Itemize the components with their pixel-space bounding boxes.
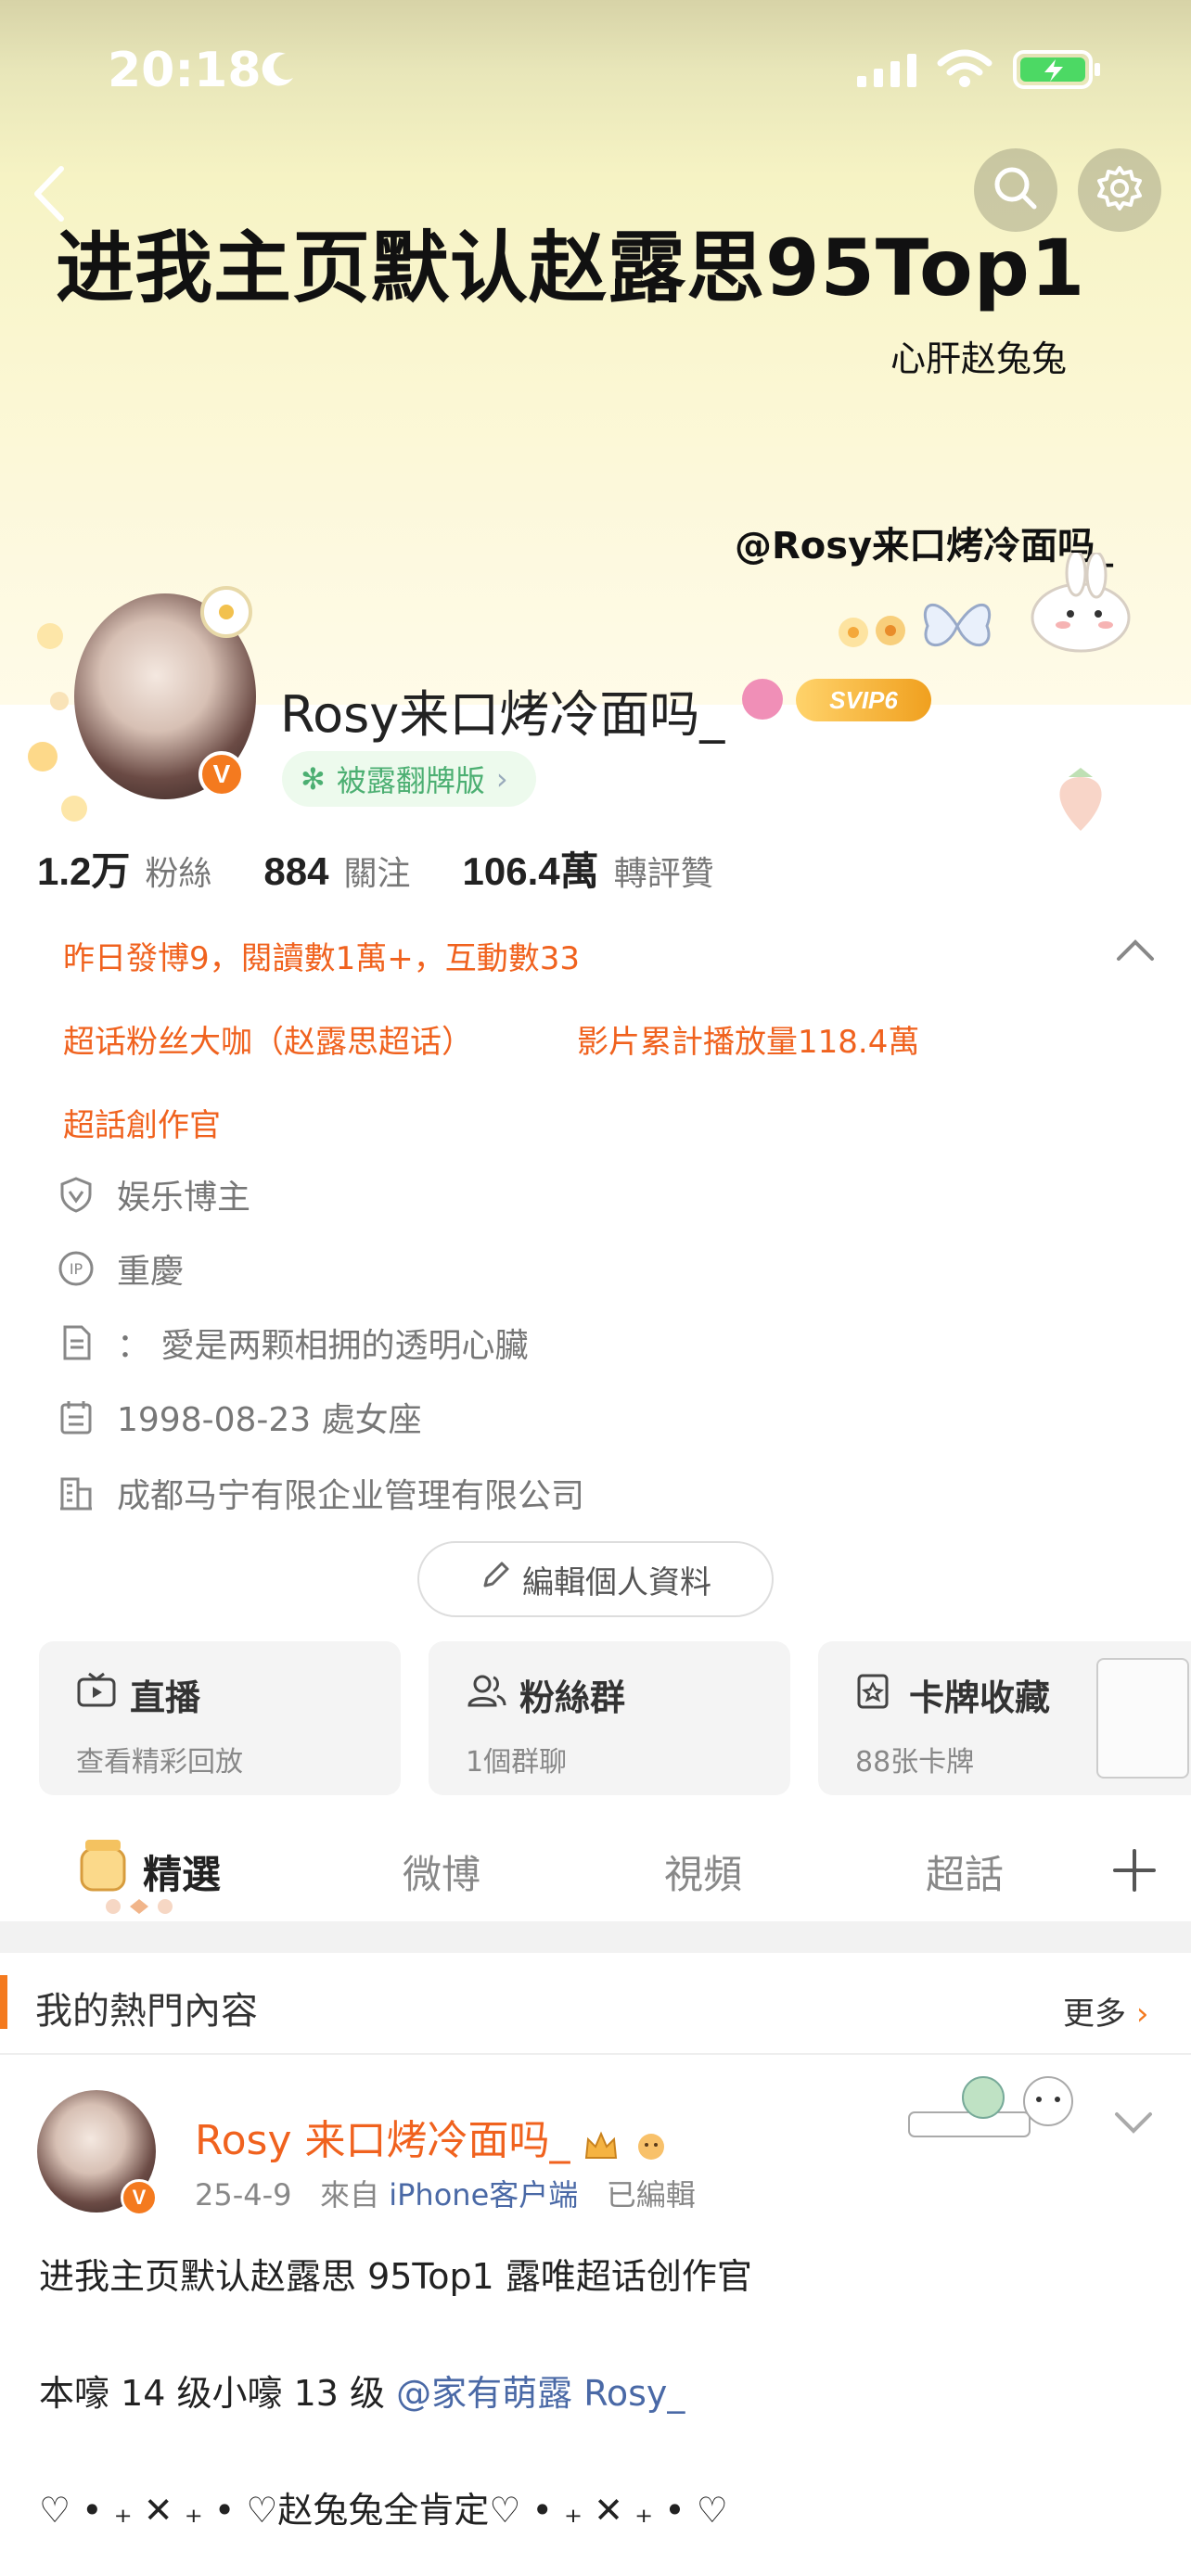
hot-content-title: 我的熱門內容 <box>35 1990 258 2033</box>
signal-icon <box>857 52 922 94</box>
post-meta: 25-4-9 來自 iPhone客户端 已編輯 <box>195 2172 696 2214</box>
section-divider <box>0 1921 1191 1953</box>
followers-label[interactable]: 粉絲 <box>145 847 211 895</box>
svg-text:IP: IP <box>70 1260 83 1278</box>
fan-badge[interactable]: ✻ 被露翻牌版 › <box>282 751 536 807</box>
followers-count[interactable]: 1.2万 <box>37 840 130 897</box>
post-author-name[interactable]: Rosy 来口烤冷面吗_ <box>195 2107 670 2166</box>
card-fan-group-sub: 1個群聊 <box>466 1746 568 1779</box>
post-text-line1: 进我主页默认赵露思 95Top1 露唯超话创作官 <box>39 2256 752 2297</box>
post-text-line2: 本嚎 14 级小嚎 13 级 @家有萌露 Rosy_ <box>39 2365 685 2416</box>
gear-icon <box>1095 164 1144 217</box>
likes-count[interactable]: 106.4萬 <box>463 840 599 897</box>
post-mention[interactable]: @家有萌露 Rosy_ <box>396 2373 685 2414</box>
card-live-label: 直播 <box>130 1677 201 1718</box>
chevron-down-icon[interactable] <box>1113 2109 1154 2141</box>
profile-username: Rosy来口烤冷面吗_ <box>280 685 725 744</box>
snowflake-icon: ✻ <box>301 761 326 797</box>
edit-profile-label: 編輯個人資料 <box>522 1563 711 1601</box>
info-company: 成都马宁有限企业管理有限公司 <box>58 1469 584 1517</box>
card-live-title: 直播 <box>76 1669 401 1720</box>
settings-button[interactable] <box>1078 148 1161 232</box>
tab-featured[interactable]: 精選 <box>143 1843 221 1900</box>
pencil-icon <box>480 1560 511 1600</box>
info-company-text: 成都马宁有限企业管理有限公司 <box>117 1477 585 1515</box>
status-time: 20:18 <box>108 43 262 98</box>
likes-label[interactable]: 轉評贊 <box>614 847 714 895</box>
info-ip-text: 重慶 <box>117 1253 185 1291</box>
battery-icon <box>1013 48 1102 96</box>
info-ip: IP 重慶 <box>58 1244 184 1293</box>
profile-tabs: 精選 微博 視頻 超話 <box>0 1817 1191 1919</box>
svip-label: SVIP6 <box>829 685 898 714</box>
card-collection-label: 卡牌收藏 <box>909 1677 1051 1718</box>
section-accent-bar <box>0 1975 7 2029</box>
more-link[interactable]: 更多 › <box>1063 1988 1148 2034</box>
card-collection[interactable]: 卡牌收藏 88张卡牌 <box>818 1641 1191 1795</box>
post-text-line3: ♡ • ₊ ✕ ₊ • ♡赵兔兔全肯定♡ • ₊ ✕ ₊ • ♡ <box>39 2490 728 2531</box>
document-icon <box>58 1324 95 1361</box>
highlight-creator[interactable]: 超話創作官 <box>63 1100 221 1145</box>
tab-weibo[interactable]: 微博 <box>403 1843 480 1900</box>
post-from: 來自 <box>320 2177 380 2213</box>
tab-video[interactable]: 視頻 <box>664 1843 742 1900</box>
fan-badge-label: 被露翻牌版 <box>336 763 485 798</box>
post-text-line2-prefix: 本嚎 14 级小嚎 13 级 <box>39 2373 397 2414</box>
shield-v-icon <box>58 1176 95 1213</box>
highlight-plays[interactable]: 影片累計播放量118.4萬 <box>577 1016 919 1062</box>
chevron-up-icon[interactable] <box>1115 937 1156 969</box>
cats-sticker-icon <box>890 2060 1113 2158</box>
bow-decoration-icon <box>102 1895 176 1922</box>
edit-profile-button[interactable]: 編輯個人資料 <box>417 1541 774 1617</box>
flower-sticker-icon <box>835 605 913 665</box>
calendar-icon <box>58 1398 95 1435</box>
info-birthday: 1998-08-23 處女座 <box>58 1393 422 1441</box>
chevron-right-icon: › <box>495 761 508 797</box>
honey-jar-icon <box>76 1836 130 1900</box>
info-category-text: 娱乐博主 <box>117 1179 251 1217</box>
card-thumbnail <box>1096 1658 1189 1779</box>
card-fan-group-label: 粉絲群 <box>519 1677 626 1718</box>
following-count[interactable]: 884 <box>263 849 328 894</box>
post-source[interactable]: iPhone客户端 <box>389 2177 578 2213</box>
more-label: 更多 <box>1063 1996 1126 2033</box>
group-icon <box>466 1672 506 1717</box>
info-bio: ： 愛是两颗相拥的透明心臟 <box>58 1319 528 1367</box>
post-verified-badge-icon: V <box>121 2179 158 2216</box>
strawberry-sticker-icon <box>1048 764 1113 839</box>
tv-icon <box>76 1672 117 1717</box>
post-author-name-text: Rosy 来口烤冷面吗_ <box>195 2117 570 2164</box>
plus-icon[interactable] <box>1111 1847 1158 1898</box>
banner-subline: 心肝赵兔兔 <box>890 338 1068 379</box>
bunny-sticker-icon <box>1020 549 1141 659</box>
card-star-icon <box>855 1672 896 1717</box>
tab-super-topic[interactable]: 超話 <box>926 1843 1004 1900</box>
card-live-sub: 查看精彩回放 <box>76 1746 243 1779</box>
butterfly-sticker-icon <box>918 593 996 663</box>
info-category: 娱乐博主 <box>58 1170 250 1218</box>
post-date: 25-4-9 <box>195 2177 292 2213</box>
female-badge-icon <box>742 679 783 720</box>
banner-headline: 进我主页默认赵露思95Top1 <box>56 223 1086 313</box>
following-label[interactable]: 關注 <box>343 847 410 895</box>
info-bio-text: ： 愛是两颗相拥的透明心臟 <box>117 1327 529 1365</box>
svip-badge[interactable]: SVIP6 <box>796 679 931 721</box>
profile-stats: 1.2万 粉絲 884 關注 106.4萬 轉評贊 <box>37 840 766 897</box>
highlight-superfan[interactable]: 超话粉丝大咖（赵露思超话） <box>63 1016 473 1062</box>
post-edited: 已編輯 <box>606 2177 696 2213</box>
card-fan-group-title: 粉絲群 <box>466 1669 790 1720</box>
card-live[interactable]: 直播 查看精彩回放 <box>39 1641 401 1795</box>
chevron-right-icon: › <box>1135 1996 1149 2033</box>
verified-badge-icon: V <box>198 751 245 797</box>
moon-icon <box>258 48 299 89</box>
wifi-icon <box>937 48 992 94</box>
building-icon <box>58 1474 95 1511</box>
card-fan-group[interactable]: 粉絲群 1個群聊 <box>429 1641 790 1795</box>
highlight-yesterday[interactable]: 昨日發博9，閱讀數1萬+，互動數33 <box>63 933 580 978</box>
emoji-badge-icon <box>633 2126 670 2160</box>
divider <box>0 2053 1191 2055</box>
crown-icon <box>583 2126 620 2160</box>
info-birthday-text: 1998-08-23 處女座 <box>117 1401 422 1439</box>
ip-icon: IP <box>58 1250 95 1287</box>
